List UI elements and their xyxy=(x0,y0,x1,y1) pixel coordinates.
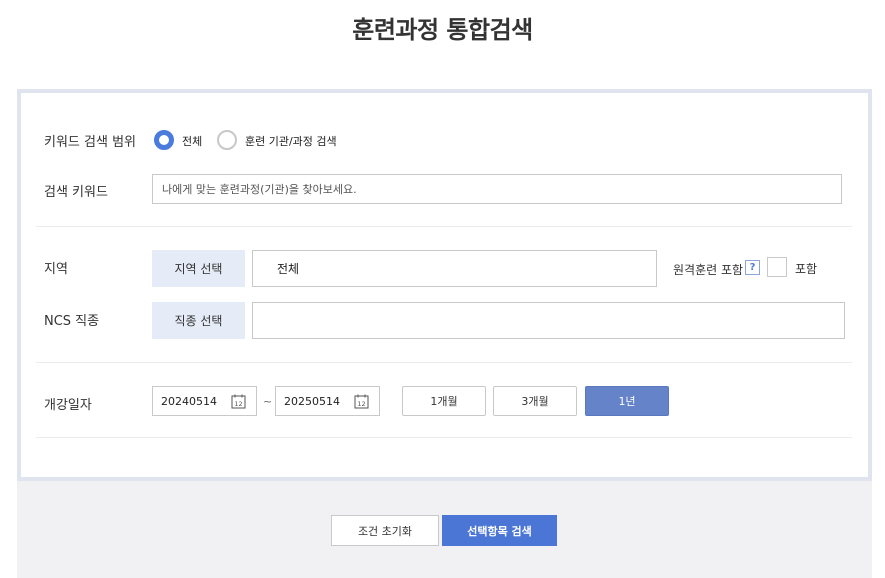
ncs-value-field[interactable] xyxy=(252,302,845,339)
svg-text:12: 12 xyxy=(357,400,365,408)
scope-all-label[interactable]: 전체 xyxy=(182,133,202,149)
region-value-field[interactable]: 전체 xyxy=(252,250,657,287)
date-separator: ~ xyxy=(263,395,273,408)
start-date-label: 개강일자 xyxy=(44,398,92,413)
section-divider xyxy=(36,437,852,438)
section-divider xyxy=(36,226,852,227)
period-1-year-button[interactable]: 1년 xyxy=(585,386,669,416)
keyword-input[interactable]: 나에게 맞는 훈련과정(기관)을 찾아보세요. xyxy=(152,174,842,204)
search-selected-button[interactable]: 선택항목 검색 xyxy=(442,515,557,546)
page-title: 훈련과정 통합검색 xyxy=(352,16,533,44)
calendar-icon[interactable]: 12 xyxy=(354,394,369,409)
start-date-from-value: 20240514 xyxy=(161,394,217,408)
ncs-select-button[interactable]: 직종 선택 xyxy=(152,302,245,339)
remote-include-checkbox[interactable] xyxy=(767,257,787,277)
region-select-button[interactable]: 지역 선택 xyxy=(152,250,245,287)
scope-institution-radio[interactable] xyxy=(217,130,237,150)
period-1-month-button[interactable]: 1개월 xyxy=(402,386,486,416)
reset-conditions-button[interactable]: 조건 초기화 xyxy=(331,515,439,546)
start-date-to-value: 20250514 xyxy=(284,394,340,408)
remote-training-label: 원격훈련 포함 xyxy=(673,263,744,277)
period-3-months-button[interactable]: 3개월 xyxy=(493,386,577,416)
region-label: 지역 xyxy=(44,262,68,277)
keyword-scope-label: 키워드 검색 범위 xyxy=(44,135,136,150)
scope-all-radio[interactable] xyxy=(154,130,174,150)
remote-include-label[interactable]: 포함 xyxy=(795,260,817,277)
scope-institution-label[interactable]: 훈련 기관/과정 검색 xyxy=(245,133,337,149)
ncs-label: NCS 직종 xyxy=(44,314,100,329)
section-divider xyxy=(36,362,852,363)
svg-text:12: 12 xyxy=(234,400,242,408)
calendar-icon[interactable]: 12 xyxy=(231,394,246,409)
keyword-label: 검색 키워드 xyxy=(44,185,108,200)
help-icon[interactable]: ? xyxy=(745,260,760,275)
